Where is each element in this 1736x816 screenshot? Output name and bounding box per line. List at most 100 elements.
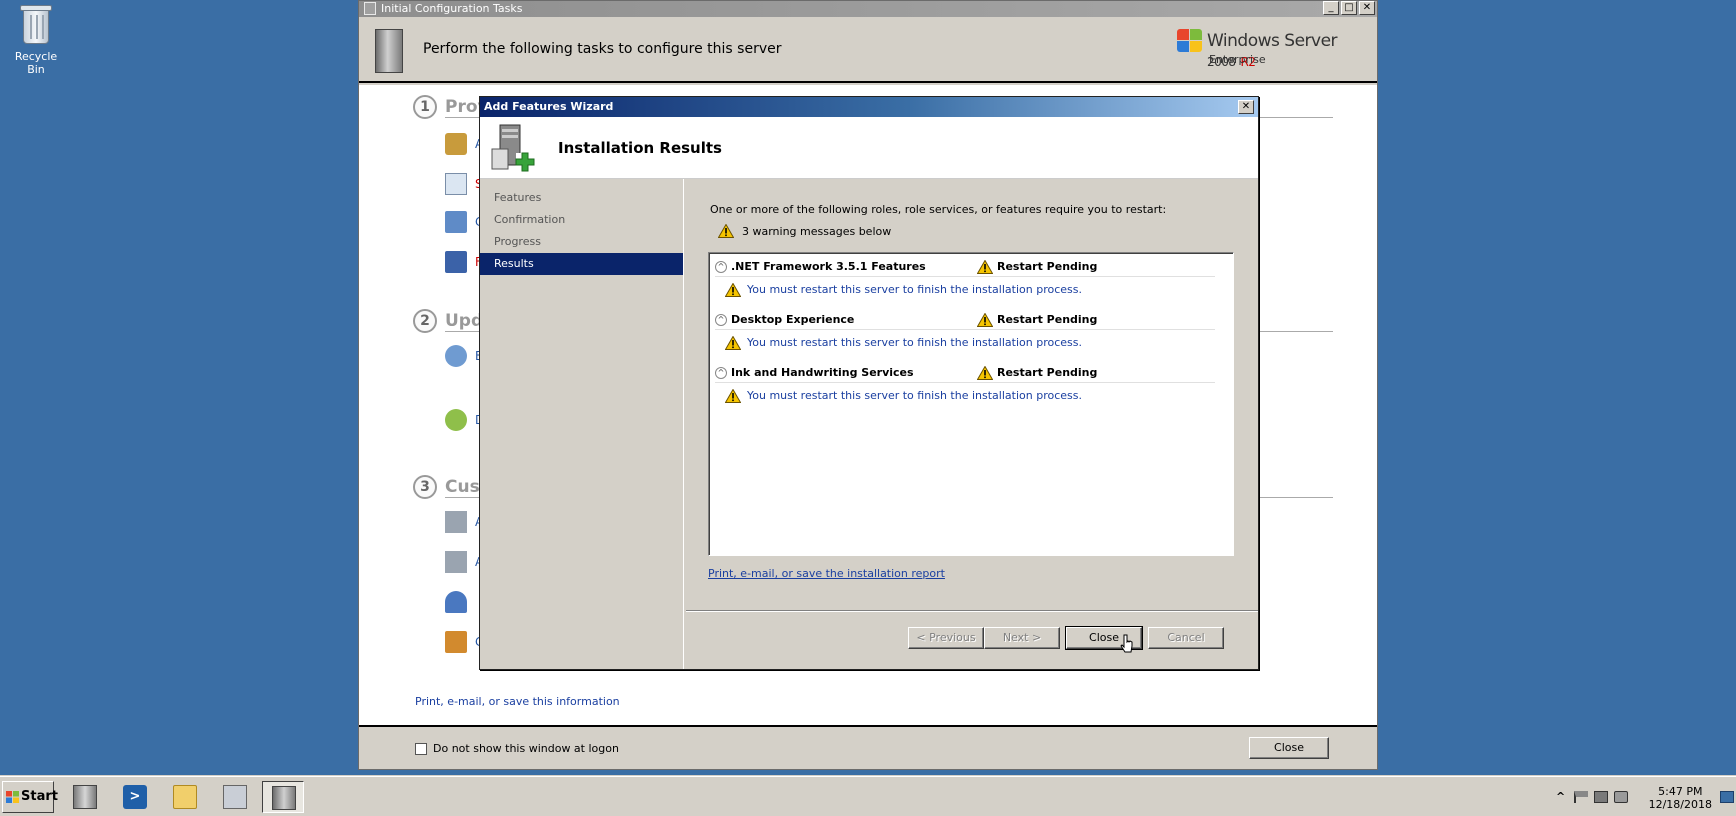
warning-icon — [725, 336, 741, 350]
wizard-titlebar[interactable]: Add Features Wizard ✕ — [480, 97, 1258, 117]
recycle-bin-icon — [17, 2, 55, 46]
network-icon[interactable] — [1594, 791, 1608, 803]
nav-confirmation[interactable]: Confirmation — [480, 209, 683, 231]
next-button[interactable]: Next > — [984, 627, 1060, 649]
section-number: 3 — [413, 475, 437, 499]
taskbar-explorer[interactable] — [164, 781, 206, 813]
clock[interactable]: 5:47 PM 12/18/2018 — [1649, 785, 1712, 811]
powershell-icon: > — [123, 785, 147, 809]
taskbar-document[interactable] — [214, 781, 256, 813]
main-close-button[interactable]: Close — [1249, 737, 1329, 759]
windows-flag-icon — [1177, 29, 1203, 53]
warning-icon — [725, 389, 741, 403]
windows-logo-icon — [6, 791, 19, 803]
feature-name: Ink and Handwriting Services — [731, 366, 914, 379]
warning-icon — [977, 260, 993, 274]
feature-status: Restart Pending — [997, 260, 1098, 273]
mouse-cursor-icon — [1120, 634, 1133, 653]
warning-count-text: 3 warning messages below — [742, 224, 892, 238]
restart-intro-text: One or more of the following roles, role… — [710, 203, 1167, 216]
maximize-button[interactable]: □ — [1341, 1, 1357, 15]
window-header: Perform the following tasks to configure… — [359, 17, 1377, 83]
wizard-close-x-button[interactable]: ✕ — [1238, 100, 1254, 114]
server-manager-icon — [73, 785, 97, 809]
users-icon[interactable] — [445, 345, 467, 367]
system-tray: ^ 5:47 PM 12/18/2018 — [1556, 781, 1736, 813]
wizard-header: Installation Results — [480, 117, 1258, 179]
show-desktop-icon[interactable] — [1720, 791, 1734, 803]
add-roles-icon[interactable] — [445, 511, 467, 533]
explorer-icon — [173, 785, 197, 809]
feature-name: Desktop Experience — [731, 313, 855, 326]
window-footer: Do not show this window at logon Close — [359, 725, 1377, 769]
volume-muted-icon[interactable] — [1614, 791, 1628, 803]
wizard-nav: Features Confirmation Progress Results — [480, 179, 684, 669]
wizard-content: One or more of the following roles, role… — [686, 179, 1258, 610]
wizard-page-title: Installation Results — [558, 139, 722, 157]
window-close-button[interactable]: ✕ — [1359, 1, 1375, 15]
taskbar-powershell[interactable]: > — [114, 781, 156, 813]
window-title: Initial Configuration Tasks — [381, 2, 523, 15]
taskbar-initial-config[interactable] — [262, 781, 304, 813]
print-info-link[interactable]: Print, e-mail, or save this information — [415, 695, 620, 708]
feature-status: Restart Pending — [997, 366, 1098, 379]
result-item: ^ Desktop Experience Restart Pending You… — [715, 310, 1215, 356]
start-button[interactable]: Start — [2, 781, 58, 813]
warning-icon — [725, 283, 741, 297]
taskbar: Start > ^ 5:47 PM 12/18/2018 — [0, 776, 1736, 816]
cancel-button[interactable]: Cancel — [1148, 627, 1224, 649]
header-text: Perform the following tasks to configure… — [423, 41, 782, 57]
window-titlebar[interactable]: Initial Configuration Tasks _ □ ✕ — [359, 1, 1377, 17]
feature-name: .NET Framework 3.5.1 Features — [731, 260, 926, 273]
calendar-icon[interactable] — [445, 173, 467, 195]
start-label: Start — [21, 789, 58, 804]
collapse-icon[interactable]: ^ — [715, 261, 727, 273]
warning-icon — [718, 224, 734, 238]
server-add-icon — [491, 124, 535, 172]
warning-icon — [977, 366, 993, 380]
wizard-buttons: < Previous Next > Close Cancel — [686, 612, 1258, 669]
update-icon[interactable] — [445, 409, 467, 431]
windows-server-logo: Windows Server 2008 R2 Enterprise — [1177, 27, 1367, 71]
logo-edition: Enterprise — [1209, 53, 1266, 66]
result-item: ^ Ink and Handwriting Services Restart P… — [715, 363, 1215, 409]
dont-show-label: Do not show this window at logon — [433, 742, 619, 755]
minimize-button[interactable]: _ — [1323, 1, 1339, 15]
action-center-flag-icon[interactable] — [1574, 791, 1588, 803]
remote-desktop-icon[interactable] — [445, 591, 467, 613]
computer-icon[interactable] — [445, 251, 467, 273]
nav-results[interactable]: Results — [480, 253, 683, 275]
app-icon — [364, 2, 376, 15]
add-features-wizard: Add Features Wizard ✕ Installation Resul… — [479, 96, 1259, 670]
section-number: 2 — [413, 309, 437, 333]
feature-message: You must restart this server to finish t… — [747, 389, 1082, 402]
wizard-title: Add Features Wizard — [484, 100, 614, 113]
results-list: ^ .NET Framework 3.5.1 Features Restart … — [708, 252, 1234, 556]
firewall-icon[interactable] — [445, 631, 467, 653]
recycle-bin-label: Recycle Bin — [14, 50, 58, 76]
clock-date: 12/18/2018 — [1648, 798, 1712, 811]
collapse-icon[interactable]: ^ — [715, 314, 727, 326]
recycle-bin-desktop-icon[interactable]: Recycle Bin — [6, 2, 66, 76]
nav-features[interactable]: Features — [480, 187, 683, 209]
nav-progress[interactable]: Progress — [480, 231, 683, 253]
initial-config-icon — [272, 786, 296, 810]
network-icon[interactable] — [445, 211, 467, 233]
keys-icon[interactable] — [445, 133, 467, 155]
feature-message: You must restart this server to finish t… — [747, 336, 1082, 349]
taskbar-server-manager[interactable] — [64, 781, 106, 813]
feature-status: Restart Pending — [997, 313, 1098, 326]
installation-report-link[interactable]: Print, e-mail, or save the installation … — [708, 567, 945, 580]
dont-show-checkbox[interactable] — [415, 743, 427, 755]
warning-summary: 3 warning messages below — [718, 224, 891, 238]
result-item: ^ .NET Framework 3.5.1 Features Restart … — [715, 257, 1215, 303]
add-features-icon[interactable] — [445, 551, 467, 573]
document-icon — [223, 785, 247, 809]
feature-message: You must restart this server to finish t… — [747, 283, 1082, 296]
section-number: 1 — [413, 95, 437, 119]
previous-button[interactable]: < Previous — [908, 627, 984, 649]
clock-time: 5:47 PM — [1658, 785, 1703, 798]
collapse-icon[interactable]: ^ — [715, 367, 727, 379]
server-tower-icon — [375, 29, 403, 73]
show-hidden-icons-button[interactable]: ^ — [1556, 790, 1565, 803]
